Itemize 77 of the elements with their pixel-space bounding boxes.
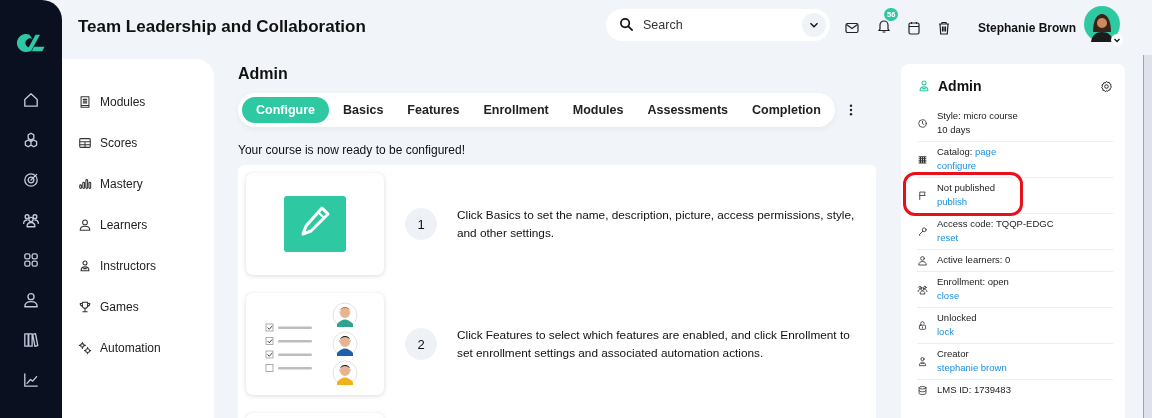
step-number: 2 [405,328,437,360]
admin-icon [917,79,931,93]
instructor-icon [78,259,92,273]
section-heading: Admin [238,65,289,83]
book-icon [78,95,92,109]
group-icon[interactable] [22,211,40,229]
pencil-icon [284,196,346,252]
detail-text: Active learners: 0 [937,253,1011,267]
more-icon[interactable] [848,104,853,116]
sidebar-item[interactable]: Modules [78,93,214,111]
settings-icon[interactable] [1100,79,1113,93]
search-bar[interactable]: Search [606,8,830,41]
sidebar-item[interactable]: Scores [78,134,214,152]
step-text: Click Basics to set the name, description, picture, access permissions, style, and other settings. [457,207,856,242]
table-icon [78,136,92,150]
apps-icon[interactable] [22,251,40,269]
detail-text: Access code: TQQP-EDGC [937,217,1054,231]
home-icon[interactable] [22,91,40,109]
tab[interactable]: Modules [562,97,634,123]
tab[interactable]: Features [397,97,470,123]
sidebar-item[interactable]: Instructors [78,257,214,275]
detail-link[interactable]: close [937,289,960,303]
tab[interactable]: Basics [333,97,394,123]
detail-link[interactable]: configure [937,159,977,173]
cubes-icon[interactable] [22,131,40,149]
sidebar-item[interactable]: Automation [78,339,214,357]
bars-icon [78,177,92,191]
detail-link[interactable]: stephanie brown [937,361,1007,375]
trophy-icon [78,300,92,314]
tab[interactable]: Enrollment [473,97,559,123]
chart-icon[interactable] [22,371,40,389]
intro-text: Your course is now ready to be configured! [238,143,467,157]
step-text: Click Features to select which features are enabled, and click Enrollment to set enrollment settings and associated automation actions. [457,327,851,362]
course-title: Team Leadership and Collaboration [78,16,367,38]
sidebar-item[interactable]: Games [78,298,214,316]
key-icon [917,225,928,237]
scrollbar[interactable] [1143,55,1152,418]
avatar[interactable] [1084,5,1120,42]
instructor-icon [917,355,928,367]
person-icon[interactable] [22,291,40,309]
calendar-icon[interactable] [906,19,922,36]
person-icon [917,254,928,266]
panel-title: Admin [938,78,983,94]
search-icon [619,17,634,32]
detail-text: Unlocked [937,311,977,325]
group-icon [917,283,928,295]
detail-text: Catalog: page [937,145,997,159]
dropdown-button[interactable] [802,12,826,37]
chevron-icon[interactable] [1111,33,1123,46]
detail-link[interactable]: publish [937,195,968,209]
person-icon [78,218,92,232]
target-icon[interactable] [22,171,40,189]
logo-icon[interactable] [16,31,46,55]
tab[interactable]: Completion [742,97,831,123]
detail-text: Creator [937,347,969,361]
flag-icon [917,189,928,201]
detail-text: Not published [937,181,996,195]
detail-link[interactable]: reset [937,231,959,245]
user-name: Stephanie Brown [978,20,1076,35]
tab[interactable]: Assessments [637,97,739,123]
bell-icon[interactable] [876,17,892,34]
detail-text: LMS ID: 1739483 [937,383,1011,397]
step-number: 1 [405,208,437,240]
sidebar-item[interactable]: Learners [78,216,214,234]
grid-icon [917,153,928,165]
database-icon [917,384,928,396]
detail-link[interactable]: lock [937,325,954,339]
sidebar-item[interactable]: Mastery [78,175,214,193]
books-icon[interactable] [22,331,40,349]
trash-icon[interactable] [936,19,952,36]
detail-link[interactable]: page [975,146,997,157]
detail-text: Enrollment: open [937,275,1009,289]
detail-text: Style: micro course [937,109,1018,123]
clock-icon [917,117,928,129]
detail-note: 10 days [937,123,971,137]
lock-icon [917,319,928,331]
search-field[interactable]: Search [641,16,802,33]
